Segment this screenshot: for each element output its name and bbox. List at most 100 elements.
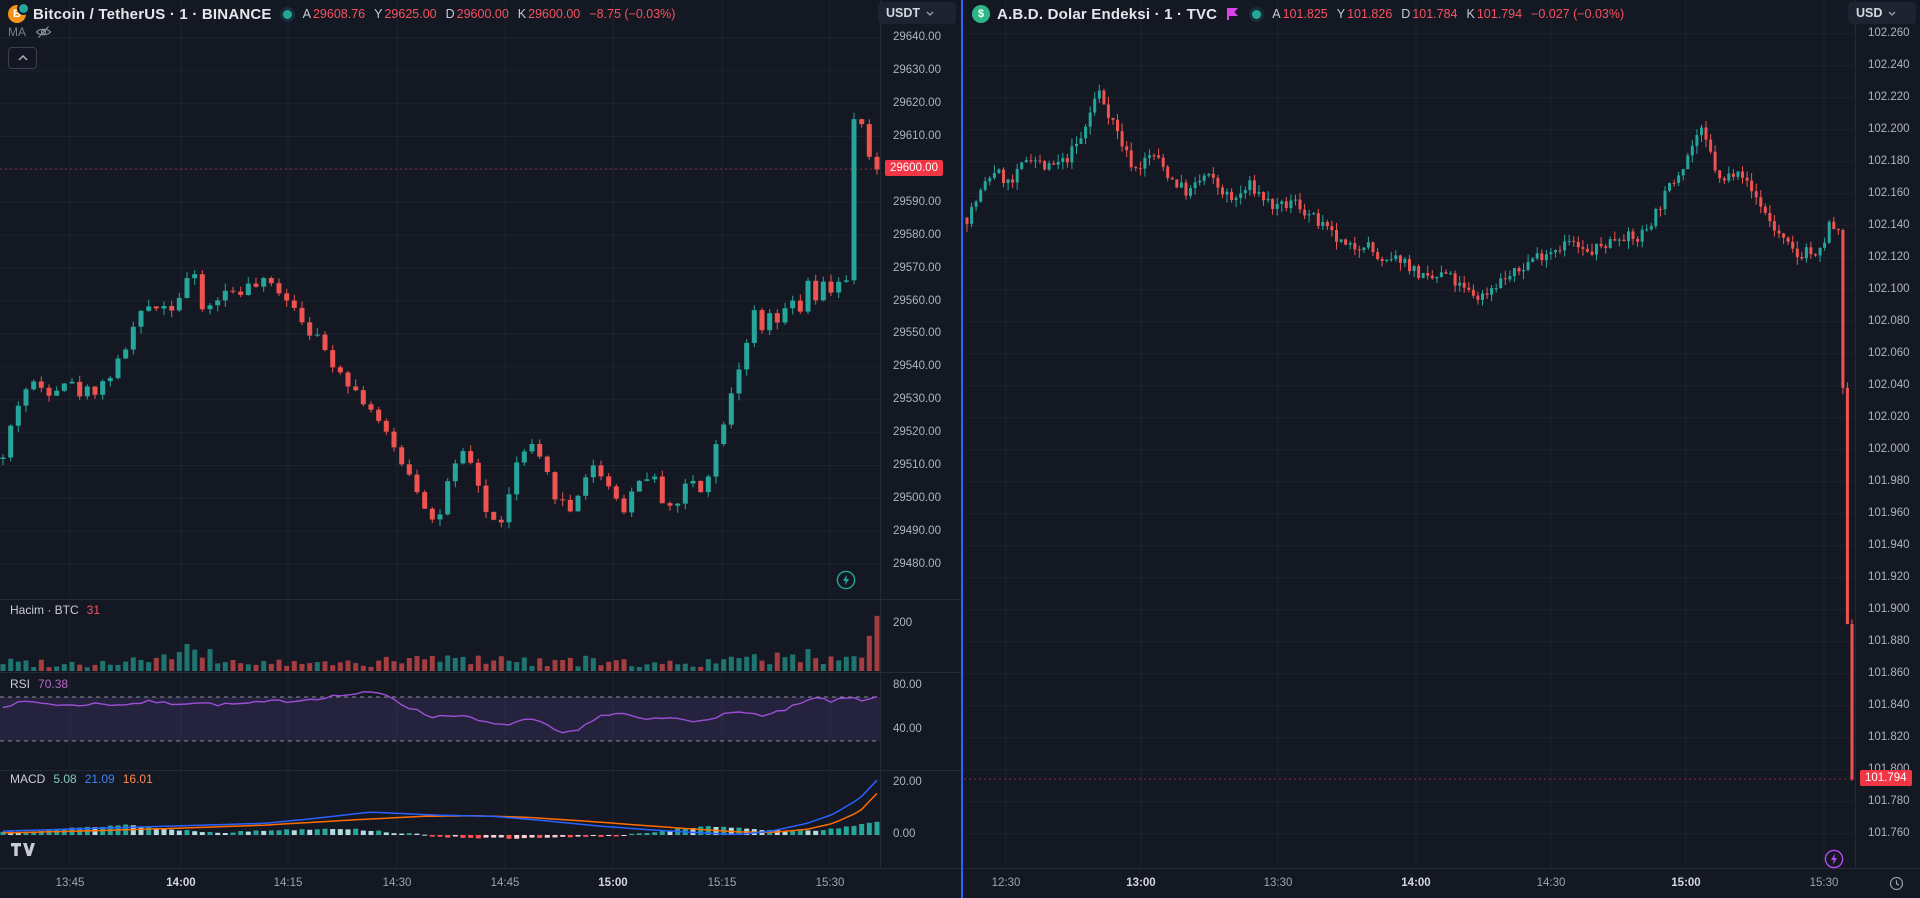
price-axis-label: 101.880: [1868, 635, 1910, 648]
price-axis-label: 101.840: [1868, 699, 1910, 712]
macd-hist-value: 5.08: [53, 772, 77, 786]
btc-price-axis[interactable]: 29640.00 29630.00 29620.00 29610.00 29590.00…: [880, 0, 963, 868]
indicator-axis-label: 40.00: [893, 723, 922, 735]
dxy-legend: $ A.B.D. Dolar Endeksi · 1 · TVC A 101.82…: [972, 5, 1624, 23]
quick-trade-lightning-button[interactable]: [836, 570, 856, 590]
ma-label: MA: [8, 25, 26, 39]
open-value: 101.825: [1282, 7, 1328, 21]
low-label: D: [445, 7, 455, 21]
rsi-legend[interactable]: RSI 70.38: [10, 677, 68, 691]
eye-hidden-icon[interactable]: [35, 25, 52, 39]
btc-chart-canvas[interactable]: [0, 0, 880, 868]
price-axis-label: 101.780: [1868, 795, 1910, 808]
macd-legend[interactable]: MACD 5.08 21.09 16.01: [10, 772, 153, 786]
time-label: 14:30: [1536, 877, 1566, 889]
time-label: 14:45: [490, 877, 520, 889]
price-axis-label: 102.200: [1868, 123, 1910, 136]
change-value: −0.027 (−0.03%): [1531, 7, 1625, 21]
last-price-tag: 29600.00: [885, 160, 943, 176]
price-axis-label: 102.120: [1868, 251, 1910, 264]
tradingview-multichart: 29640.00 29630.00 29620.00 29610.00 29590.00…: [0, 0, 1920, 898]
price-axis-label: 29480.00: [893, 557, 941, 570]
dxy-symbol-title[interactable]: A.B.D. Dolar Endeksi · 1 · TVC: [997, 6, 1217, 23]
market-status-dot: [1252, 9, 1262, 19]
pane-divider[interactable]: [0, 672, 962, 673]
volume-value: 31: [86, 603, 101, 617]
time-axis[interactable]: 13:45 14:00 14:15 14:30 14:45 15:00 15:15 15:30…: [0, 868, 1920, 898]
indicator-axis-label: 80.00: [893, 679, 922, 691]
volume-legend[interactable]: Hacim · BTC 31: [10, 603, 100, 617]
currency-label: USD: [1856, 6, 1883, 20]
price-axis-label: 29560.00: [893, 294, 941, 307]
dxy-chart-canvas[interactable]: [964, 0, 1855, 868]
low-value: 29600.00: [456, 7, 509, 21]
close-label: K: [517, 7, 527, 21]
dollar-icon: $: [972, 5, 990, 23]
btc-ohlc-values: A 29608.76 Y 29625.00 D 29600.00 K 29600.00 …: [303, 7, 676, 21]
indicator-axis-label: 200: [893, 617, 913, 629]
price-axis-label: 29620.00: [893, 97, 941, 110]
price-axis-label: 29530.00: [893, 393, 941, 406]
price-axis-label: 102.260: [1868, 27, 1910, 40]
time-label: 15:15: [707, 877, 737, 889]
open-label: A: [302, 7, 311, 21]
chevron-up-icon: [17, 55, 28, 61]
pane-divider[interactable]: [0, 770, 962, 771]
low-label: D: [1401, 7, 1411, 21]
ma-indicator-legend[interactable]: MA: [8, 25, 52, 39]
price-axis-label: 101.860: [1868, 667, 1910, 680]
quick-trade-lightning-button[interactable]: [1824, 849, 1844, 869]
high-value: 29625.00: [384, 7, 437, 21]
open-label: A: [1272, 7, 1281, 21]
currency-selector-usd[interactable]: USD: [1848, 2, 1916, 24]
time-label: 13:45: [55, 877, 85, 889]
price-axis-label: 101.820: [1868, 731, 1910, 744]
time-label: 15:00: [598, 877, 628, 889]
time-label: 12:30: [991, 877, 1021, 889]
panel-divider[interactable]: [961, 0, 963, 898]
timezone-clock-button[interactable]: [1888, 875, 1904, 891]
close-value: 101.794: [1476, 7, 1523, 21]
change-value: −8.75 (−0.03%): [589, 7, 676, 21]
price-axis-label: 29640.00: [893, 31, 941, 44]
price-axis-label: 101.960: [1868, 507, 1910, 520]
price-axis-label: 29610.00: [893, 130, 941, 142]
price-axis-label: 102.000: [1868, 443, 1910, 456]
price-axis-label: 29540.00: [893, 360, 941, 373]
flag-icon[interactable]: [1226, 8, 1239, 20]
time-label: 15:00: [1671, 877, 1701, 889]
currency-selector-usdt[interactable]: USDT: [878, 2, 956, 24]
price-axis-label: 29490.00: [893, 524, 941, 537]
price-axis-label: 102.240: [1868, 59, 1910, 72]
price-axis-label: 102.020: [1868, 411, 1910, 424]
dxy-ohlc-values: A 101.825 Y 101.826 D 101.784 K 101.794 −0.0…: [1272, 7, 1624, 21]
pane-divider[interactable]: [0, 599, 962, 600]
price-axis-label: 102.080: [1868, 315, 1910, 328]
macd-label: MACD: [10, 772, 46, 786]
price-axis-label: 29550.00: [893, 327, 941, 340]
btc-symbol-title[interactable]: Bitcoin / TetherUS · 1 · BINANCE: [33, 6, 272, 23]
price-axis-label: 101.940: [1868, 539, 1910, 552]
price-axis-label: 29630.00: [893, 64, 941, 77]
price-axis-label: 102.220: [1868, 91, 1910, 104]
high-label: Y: [374, 7, 383, 21]
collapse-indicators-button[interactable]: [8, 47, 37, 69]
price-axis-label: 102.160: [1868, 187, 1910, 200]
high-label: Y: [1336, 7, 1346, 21]
rsi-label: RSI: [10, 677, 31, 691]
dxy-price-axis[interactable]: 102.260 102.240 102.220 102.200 102.180 102.1…: [1855, 0, 1920, 868]
currency-label: USDT: [886, 6, 921, 20]
price-axis-label: 102.100: [1868, 283, 1910, 296]
price-axis-label: 29520.00: [893, 426, 941, 439]
macd-signal-value: 16.01: [122, 772, 153, 786]
open-value: 29608.76: [312, 7, 366, 21]
time-label: 13:00: [1126, 877, 1156, 889]
tradingview-logo[interactable]: [10, 842, 36, 862]
last-price-tag: 101.794: [1860, 770, 1912, 786]
clock-icon: [1889, 876, 1903, 890]
chart-panel-dxy: 102.260 102.240 102.220 102.200 102.180 102.1…: [964, 0, 1920, 868]
time-label: 13:30: [1263, 877, 1293, 889]
price-axis-label: 29580.00: [893, 228, 941, 241]
btc-legend: B Bitcoin / TetherUS · 1 · BINANCE A 2960…: [8, 2, 676, 23]
exchange-badge-icon: [17, 2, 30, 15]
